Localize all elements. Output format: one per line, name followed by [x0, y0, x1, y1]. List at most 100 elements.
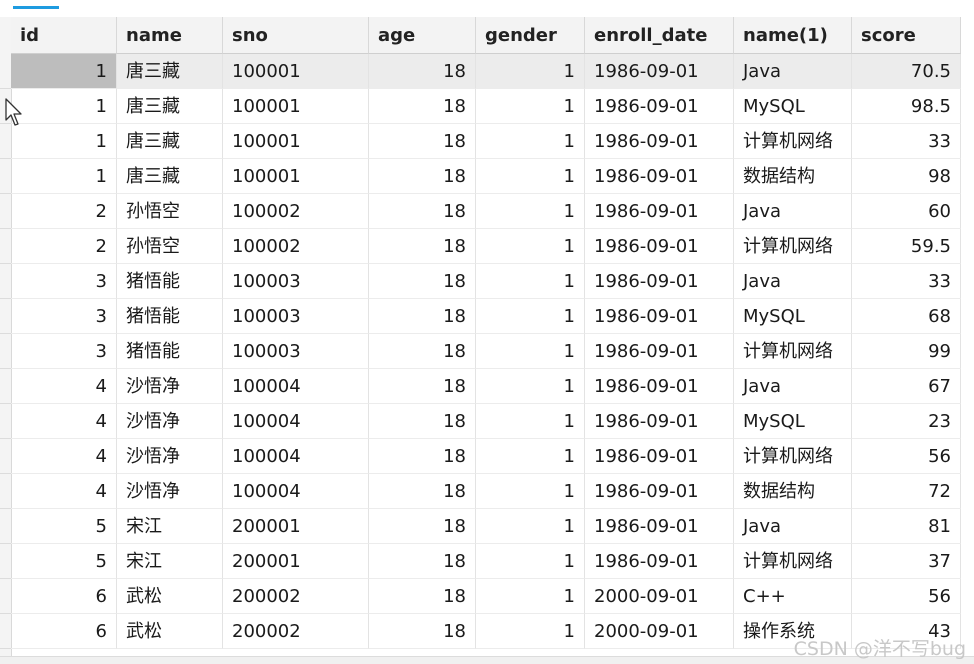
cell-score[interactable]: 67 [852, 369, 961, 404]
cell-enroll-date[interactable]: 1986-09-01 [585, 89, 734, 124]
cell-age[interactable]: 18 [369, 369, 476, 404]
cell-name[interactable]: 沙悟净 [117, 369, 223, 404]
cell-id[interactable]: 4 [11, 369, 117, 404]
cell-name[interactable]: 唐三藏 [117, 159, 223, 194]
cell-id[interactable]: 1 [11, 89, 117, 124]
cell-course-name[interactable]: MySQL [734, 299, 852, 334]
cell-gender[interactable]: 1 [476, 89, 585, 124]
cell-age[interactable]: 18 [369, 194, 476, 229]
table-row[interactable]: 5 宋江 200001 18 1 1986-09-01 计算机网络 37 [11, 544, 974, 579]
column-header-name[interactable]: name [117, 17, 223, 54]
cell-course-name[interactable]: Java [734, 194, 852, 229]
cell-course-name[interactable]: Java [734, 509, 852, 544]
cell-age[interactable]: 18 [369, 54, 476, 89]
cell-age[interactable]: 18 [369, 264, 476, 299]
cell-id[interactable]: 4 [11, 404, 117, 439]
cell-enroll-date[interactable]: 1986-09-01 [585, 159, 734, 194]
table-row[interactable]: 4 沙悟净 100004 18 1 1986-09-01 计算机网络 56 [11, 439, 974, 474]
cell-id[interactable]: 6 [11, 579, 117, 614]
cell-gender[interactable]: 1 [476, 124, 585, 159]
cell-id[interactable]: 2 [11, 194, 117, 229]
cell-enroll-date[interactable]: 2000-09-01 [585, 579, 734, 614]
cell-sno[interactable]: 200002 [223, 614, 369, 649]
column-header-enroll-date[interactable]: enroll_date [585, 17, 734, 54]
cell-gender[interactable]: 1 [476, 509, 585, 544]
cell-id[interactable]: 3 [11, 299, 117, 334]
cell-sno[interactable]: 100003 [223, 299, 369, 334]
cell-course-name[interactable]: MySQL [734, 404, 852, 439]
cell-name[interactable]: 宋江 [117, 509, 223, 544]
cell-sno[interactable]: 200002 [223, 579, 369, 614]
column-header-course-name[interactable]: name(1) [734, 17, 852, 54]
column-header-id[interactable]: id [11, 17, 117, 54]
cell-gender[interactable]: 1 [476, 229, 585, 264]
cell-score[interactable]: 72 [852, 474, 961, 509]
cell-course-name[interactable]: MySQL [734, 89, 852, 124]
cell-enroll-date[interactable]: 1986-09-01 [585, 334, 734, 369]
cell-name[interactable]: 唐三藏 [117, 54, 223, 89]
cell-gender[interactable]: 1 [476, 474, 585, 509]
cell-enroll-date[interactable]: 1986-09-01 [585, 229, 734, 264]
cell-id[interactable]: 1 [11, 54, 117, 89]
cell-sno[interactable]: 100004 [223, 369, 369, 404]
cell-gender[interactable]: 1 [476, 264, 585, 299]
cell-gender[interactable]: 1 [476, 334, 585, 369]
cell-name[interactable]: 孙悟空 [117, 229, 223, 264]
table-row[interactable]: 3 猪悟能 100003 18 1 1986-09-01 Java 33 [11, 264, 974, 299]
table-row[interactable]: 2 孙悟空 100002 18 1 1986-09-01 计算机网络 59.5 [11, 229, 974, 264]
table-row[interactable]: 1 唐三藏 100001 18 1 1986-09-01 MySQL 98.5 [11, 89, 974, 124]
active-tab-indicator[interactable] [13, 6, 59, 9]
cell-name[interactable]: 沙悟净 [117, 474, 223, 509]
cell-name[interactable]: 唐三藏 [117, 89, 223, 124]
cell-course-name[interactable]: 计算机网络 [734, 334, 852, 369]
table-row[interactable]: 5 宋江 200001 18 1 1986-09-01 Java 81 [11, 509, 974, 544]
cell-score[interactable]: 99 [852, 334, 961, 369]
cell-score[interactable]: 56 [852, 579, 961, 614]
cell-gender[interactable]: 1 [476, 159, 585, 194]
cell-name[interactable]: 武松 [117, 614, 223, 649]
cell-enroll-date[interactable]: 1986-09-01 [585, 404, 734, 439]
cell-sno[interactable]: 100003 [223, 334, 369, 369]
cell-score[interactable]: 68 [852, 299, 961, 334]
cell-id[interactable]: 3 [11, 264, 117, 299]
table-row[interactable]: 3 猪悟能 100003 18 1 1986-09-01 MySQL 68 [11, 299, 974, 334]
cell-gender[interactable]: 1 [476, 404, 585, 439]
table-row[interactable]: 4 沙悟净 100004 18 1 1986-09-01 数据结构 72 [11, 474, 974, 509]
cell-enroll-date[interactable]: 1986-09-01 [585, 369, 734, 404]
cell-id[interactable]: 1 [11, 124, 117, 159]
table-row[interactable]: 2 孙悟空 100002 18 1 1986-09-01 Java 60 [11, 194, 974, 229]
cell-sno[interactable]: 100004 [223, 404, 369, 439]
cell-age[interactable]: 18 [369, 334, 476, 369]
cell-course-name[interactable]: Java [734, 54, 852, 89]
cell-course-name[interactable]: 计算机网络 [734, 124, 852, 159]
cell-name[interactable]: 猪悟能 [117, 299, 223, 334]
cell-enroll-date[interactable]: 1986-09-01 [585, 544, 734, 579]
cell-age[interactable]: 18 [369, 544, 476, 579]
cell-gender[interactable]: 1 [476, 439, 585, 474]
cell-enroll-date[interactable]: 1986-09-01 [585, 299, 734, 334]
cell-id[interactable]: 2 [11, 229, 117, 264]
cell-id[interactable]: 4 [11, 474, 117, 509]
cell-age[interactable]: 18 [369, 579, 476, 614]
cell-gender[interactable]: 1 [476, 369, 585, 404]
cell-name[interactable]: 猪悟能 [117, 334, 223, 369]
cell-age[interactable]: 18 [369, 509, 476, 544]
cell-name[interactable]: 孙悟空 [117, 194, 223, 229]
cell-score[interactable]: 98.5 [852, 89, 961, 124]
cell-score[interactable]: 98 [852, 159, 961, 194]
cell-score[interactable]: 81 [852, 509, 961, 544]
cell-sno[interactable]: 100001 [223, 54, 369, 89]
cell-score[interactable]: 37 [852, 544, 961, 579]
cell-age[interactable]: 18 [369, 229, 476, 264]
cell-enroll-date[interactable]: 1986-09-01 [585, 264, 734, 299]
cell-sno[interactable]: 200001 [223, 509, 369, 544]
cell-id[interactable]: 5 [11, 509, 117, 544]
cell-course-name[interactable]: 数据结构 [734, 474, 852, 509]
cell-gender[interactable]: 1 [476, 299, 585, 334]
cell-enroll-date[interactable]: 1986-09-01 [585, 54, 734, 89]
cell-course-name[interactable]: 数据结构 [734, 159, 852, 194]
cell-enroll-date[interactable]: 1986-09-01 [585, 194, 734, 229]
cell-score[interactable]: 33 [852, 264, 961, 299]
table-row[interactable]: 6 武松 200002 18 1 2000-09-01 C++ 56 [11, 579, 974, 614]
cell-course-name[interactable]: 计算机网络 [734, 229, 852, 264]
